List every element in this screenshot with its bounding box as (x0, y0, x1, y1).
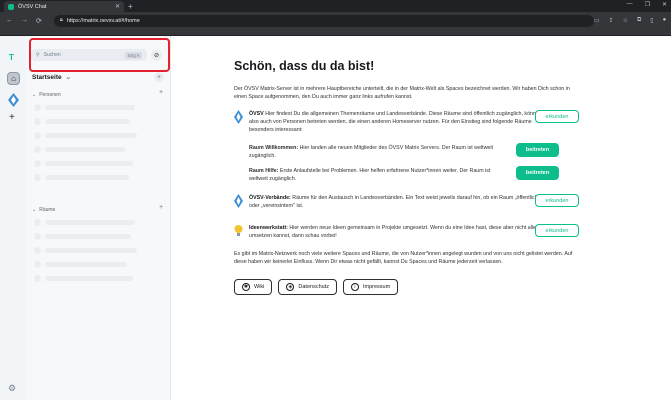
explore-rooms-icon[interactable]: ⊘ (151, 50, 162, 61)
element-favicon-icon (8, 3, 14, 10)
oevsv-description: ÖVSV Hier findest Du die allgemeinen The… (249, 110, 549, 134)
browser-toolbar-icons: ▭ ⇪ ☆ ⧉ ▯ ● ⋮ (594, 17, 671, 24)
new-tab-icon[interactable]: + (128, 2, 133, 11)
close-window-icon[interactable]: ✕ (662, 1, 667, 8)
ideenwerkstatt-explore-button[interactable]: erkunden (535, 224, 579, 237)
profile-icon[interactable]: ● (663, 17, 667, 24)
extensions-icon[interactable]: ⧉ (637, 17, 641, 24)
privacy-label: Datenschutz (298, 284, 329, 290)
verbaende-text: Räume für den Austausch in Landesverbänd… (249, 195, 540, 209)
verbaende-explore-button[interactable]: erkunden (535, 194, 579, 207)
url-text: https://matrix.oevsv.at/#/home (66, 17, 140, 24)
imprint-label: Impressum (362, 284, 391, 290)
wiki-label: Wiki (254, 284, 265, 290)
ideenwerkstatt-text: Hier werden neue Ideen gemeinsam in Proj… (249, 225, 544, 239)
window-controls: — ❐ ✕ (627, 1, 667, 8)
sidebar-icon[interactable]: ▯ (650, 17, 653, 24)
address-bar-row: ← → ⟳ 🔒︎ https://matrix.oevsv.at/#/home … (0, 12, 671, 29)
privacy-button[interactable]: ◈ Datenschutz (278, 279, 337, 295)
bookmarks-bar (0, 29, 671, 36)
join-help-button[interactable]: beitreten (516, 166, 559, 180)
welcome-room-description: Raum Willkommen: Hier landen alle neuen … (249, 144, 509, 160)
home-icon[interactable]: ⌂ (7, 72, 20, 85)
oevsv-diamond-icon (234, 110, 243, 124)
verbaende-diamond-icon (234, 194, 243, 208)
outro-text: Es gibt im Matrix-Netzwerk noch viele we… (234, 251, 573, 265)
oevsv-name: ÖVSV (249, 111, 264, 117)
lock-icon: 🔒︎ (59, 17, 63, 23)
maximize-icon[interactable]: ❐ (645, 1, 650, 8)
reload-icon[interactable]: ⟳ (36, 17, 42, 25)
verbaende-description: ÖVSV-Verbände: Räume für den Austausch i… (249, 194, 549, 210)
forward-icon[interactable]: → (21, 17, 28, 24)
create-space-icon[interactable]: + (9, 112, 15, 123)
ideenwerkstatt-name: Ideenwerkstatt: (249, 225, 288, 231)
back-icon[interactable]: ← (6, 17, 13, 24)
wiki-icon: ✱ (242, 283, 250, 291)
search-shortcut: Strg K (125, 51, 142, 59)
bookmark-star-icon[interactable]: ☆ (623, 17, 628, 24)
close-tab-icon[interactable]: ✕ (115, 3, 120, 10)
verbaende-name: ÖVSV-Verbände: (249, 195, 291, 201)
settings-gear-icon[interactable]: ⚙ (8, 383, 16, 394)
oevsv-text: Hier findest Du die allgemeinen Themenrä… (249, 111, 542, 133)
space-panel: T ⌂ + ⚙ (0, 36, 26, 400)
help-room-description: Raum Hilfe: Erste Anlaufstelle bei Probl… (249, 167, 509, 183)
cast-icon[interactable]: ▭ (594, 17, 600, 24)
browser-titlebar: ÖVSV Chat ✕ + — ❐ ✕ (0, 0, 671, 12)
minimize-icon[interactable]: — (627, 1, 633, 8)
welcome-room-name: Raum Willkommen: (249, 145, 299, 151)
search-icon: ⚲ (36, 52, 40, 58)
search-placeholder: Suchen (43, 52, 61, 58)
page-title: Schön, dass du da bist! (234, 59, 375, 73)
shield-icon: ◈ (286, 283, 295, 291)
help-room-item: Raum Hilfe: Erste Anlaufstelle bei Probl… (249, 167, 549, 183)
help-room-name: Raum Hilfe: (249, 168, 279, 174)
home-page: Schön, dass du da bist! Der ÖVSV Matrix-… (171, 36, 671, 400)
search-input[interactable]: ⚲ Suchen Strg K (31, 49, 147, 61)
welcome-room-item: Raum Willkommen: Hier landen alle neuen … (249, 144, 549, 160)
tab-title: ÖVSV Chat (18, 3, 47, 10)
footer-buttons: ✱ Wiki ◈ Datenschutz i Impressum (234, 279, 399, 295)
imprint-button[interactable]: i Impressum (342, 279, 399, 295)
oevsv-diamond-icon[interactable] (8, 93, 19, 107)
url-field[interactable]: 🔒︎ https://matrix.oevsv.at/#/home (53, 14, 594, 27)
lightbulb-icon (234, 225, 243, 236)
browser-tab[interactable]: ÖVSV Chat ✕ (4, 1, 124, 12)
space-initial[interactable]: T (9, 53, 14, 62)
share-icon[interactable]: ⇪ (609, 17, 614, 24)
element-app: T ⌂ + ⚙ ⚲ Suchen Strg K ⊘ Schön, dass du… (0, 36, 671, 400)
ideenwerkstatt-description: Ideenwerkstatt: Hier werden neue Ideen g… (249, 224, 549, 240)
help-room-text: Erste Anlaufstelle bei Problemen. Hier h… (249, 168, 491, 182)
intro-text: Der ÖVSV Matrix-Server ist in mehrere Ha… (234, 86, 570, 100)
join-welcome-button[interactable]: beitreten (516, 143, 559, 157)
wiki-button[interactable]: ✱ Wiki (234, 279, 273, 295)
info-icon: i (350, 283, 359, 291)
oevsv-explore-button[interactable]: erkunden (535, 110, 579, 123)
room-list-panel: ⚲ Suchen Strg K ⊘ (26, 36, 171, 400)
